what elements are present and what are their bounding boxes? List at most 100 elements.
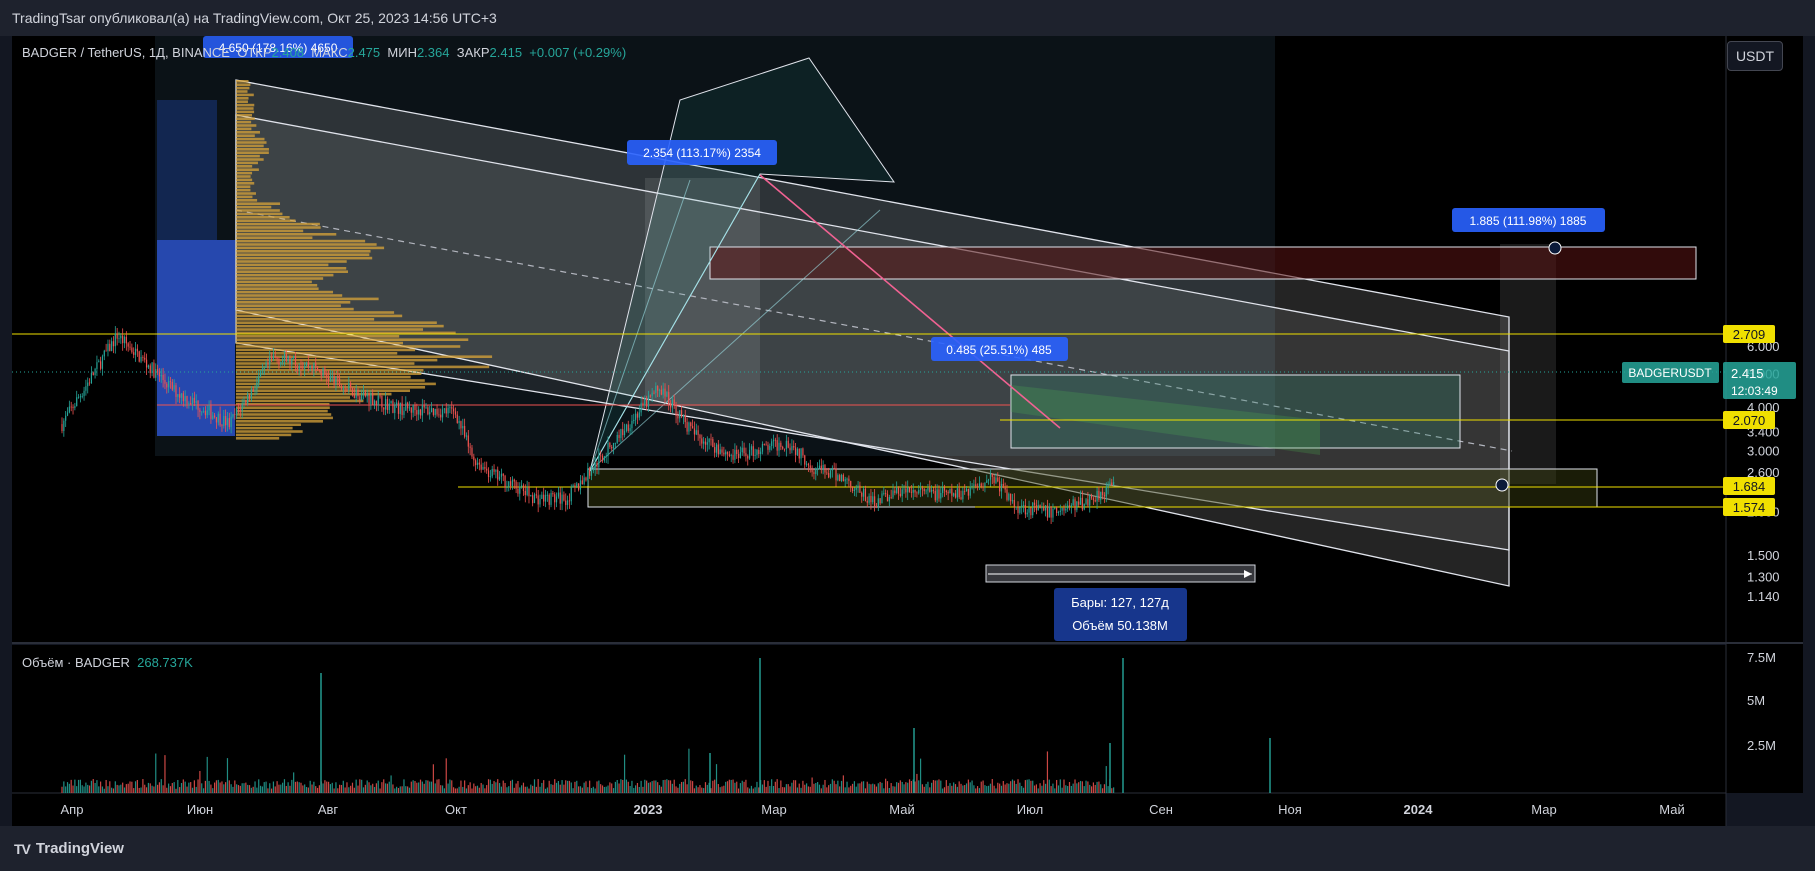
volume-bar — [918, 780, 920, 793]
volume-bar — [772, 786, 775, 793]
candle-body — [824, 464, 826, 473]
volume-bar — [462, 786, 464, 793]
volume-bar — [826, 787, 828, 793]
profile-bar — [236, 287, 319, 290]
volume-bar — [1008, 783, 1010, 793]
volume-bar — [105, 779, 107, 793]
volume-bar — [859, 783, 861, 793]
volume-bar — [589, 780, 591, 793]
candle-body — [122, 335, 124, 344]
volume-bar — [894, 786, 896, 793]
candle-body — [782, 446, 784, 449]
profile-bar — [236, 165, 253, 168]
candle-body — [585, 477, 587, 481]
volume-bar — [164, 755, 166, 793]
candle-body — [410, 407, 412, 413]
candle-body — [405, 402, 407, 411]
volume-bar — [576, 780, 578, 793]
volume-bar — [754, 787, 756, 793]
candle-body — [675, 405, 677, 416]
candle-body — [476, 462, 479, 466]
candle-body — [572, 485, 574, 488]
candle-body — [548, 494, 550, 505]
volume-bar — [546, 787, 548, 793]
profile-bar — [236, 188, 251, 192]
measure-label-2[interactable]: 2.354 (113.17%) 2354 — [627, 140, 777, 165]
volume-bar — [980, 781, 982, 793]
volume-bar — [392, 784, 394, 793]
volume-bar — [274, 786, 276, 793]
candle-body — [497, 469, 499, 480]
candle-body — [107, 343, 109, 352]
volume-bar — [480, 782, 482, 793]
candle-body — [1048, 506, 1050, 518]
candle-body — [958, 488, 960, 498]
volume-bar — [116, 784, 118, 793]
volume-bar — [318, 785, 320, 793]
volume-bar — [831, 779, 833, 793]
volume-bar — [120, 784, 122, 793]
volume-bar — [269, 783, 271, 793]
level-label-2070: 2.070 — [1723, 411, 1775, 429]
volume-bar — [563, 784, 565, 793]
volume-legend-value: 268.737K — [137, 655, 193, 670]
candle-body — [366, 394, 368, 397]
candle-body — [964, 490, 966, 492]
candle-body — [504, 475, 506, 488]
volume-bar — [616, 779, 618, 793]
candle-body — [986, 480, 988, 483]
candle-body — [791, 446, 793, 451]
volume-bar — [874, 784, 876, 793]
candle-body — [440, 414, 442, 418]
volume-bar — [476, 785, 479, 793]
volume-spike — [1109, 743, 1111, 793]
volume-bar — [820, 788, 822, 793]
candle-body — [199, 409, 201, 413]
candle-body — [362, 391, 365, 395]
volume-bar — [842, 775, 844, 793]
candle-body — [394, 405, 396, 413]
measure-label-3[interactable]: 0.485 (25.51%) 485 — [931, 337, 1068, 361]
candle-body — [690, 422, 692, 427]
candle-body — [660, 389, 662, 395]
volume-bar — [145, 787, 148, 793]
volume-spike — [709, 753, 711, 793]
target-point[interactable] — [1548, 241, 1562, 255]
volume-bar — [254, 781, 256, 793]
candle-body — [379, 395, 381, 397]
volume-bar — [910, 780, 912, 793]
support-point[interactable] — [1495, 478, 1509, 492]
volume-bar — [857, 783, 859, 793]
range-tool-label[interactable]: Бары: 127, 127д Объём 50.138M — [1054, 588, 1187, 641]
candle-body — [1030, 507, 1032, 516]
candle-body — [774, 439, 776, 441]
candle-body — [726, 451, 729, 455]
profile-bar — [236, 345, 461, 348]
volume-bar — [737, 788, 740, 793]
volume-bar — [100, 781, 102, 793]
volume-bar — [721, 786, 723, 793]
candle-body — [837, 475, 839, 481]
candle-body — [219, 413, 221, 426]
candle-body — [530, 495, 532, 497]
tradingview-logo[interactable]: TV TradingView — [14, 840, 124, 857]
candle-body — [473, 456, 475, 461]
candle-body — [74, 406, 76, 409]
symbol-price-label[interactable]: BADGERUSDT — [1622, 362, 1719, 383]
currency-button[interactable]: USDT — [1727, 41, 1783, 71]
volume-legend[interactable]: Объём · BADGER 268.737K — [22, 655, 193, 670]
price-chart[interactable]: 4.650 (178.16%) 4650 2.354 (113.17%) 235… — [0, 0, 1815, 826]
volume-bar — [818, 784, 821, 793]
volume-pane[interactable] — [12, 645, 1726, 793]
candle-body — [193, 397, 195, 403]
candle-body — [103, 350, 105, 357]
candle-body — [809, 465, 811, 468]
candle-body — [449, 407, 451, 409]
candle-body — [111, 341, 113, 352]
candle-body — [313, 362, 315, 370]
time-scale[interactable] — [12, 793, 1726, 826]
volume-bar — [1019, 782, 1021, 793]
volume-bar — [712, 780, 714, 793]
symbol-legend[interactable]: BADGER / TetherUS, 1Д, BINANCE ОТКР2.408… — [22, 45, 626, 60]
measure-label-4[interactable]: 1.885 (111.98%) 1885 — [1452, 208, 1605, 232]
